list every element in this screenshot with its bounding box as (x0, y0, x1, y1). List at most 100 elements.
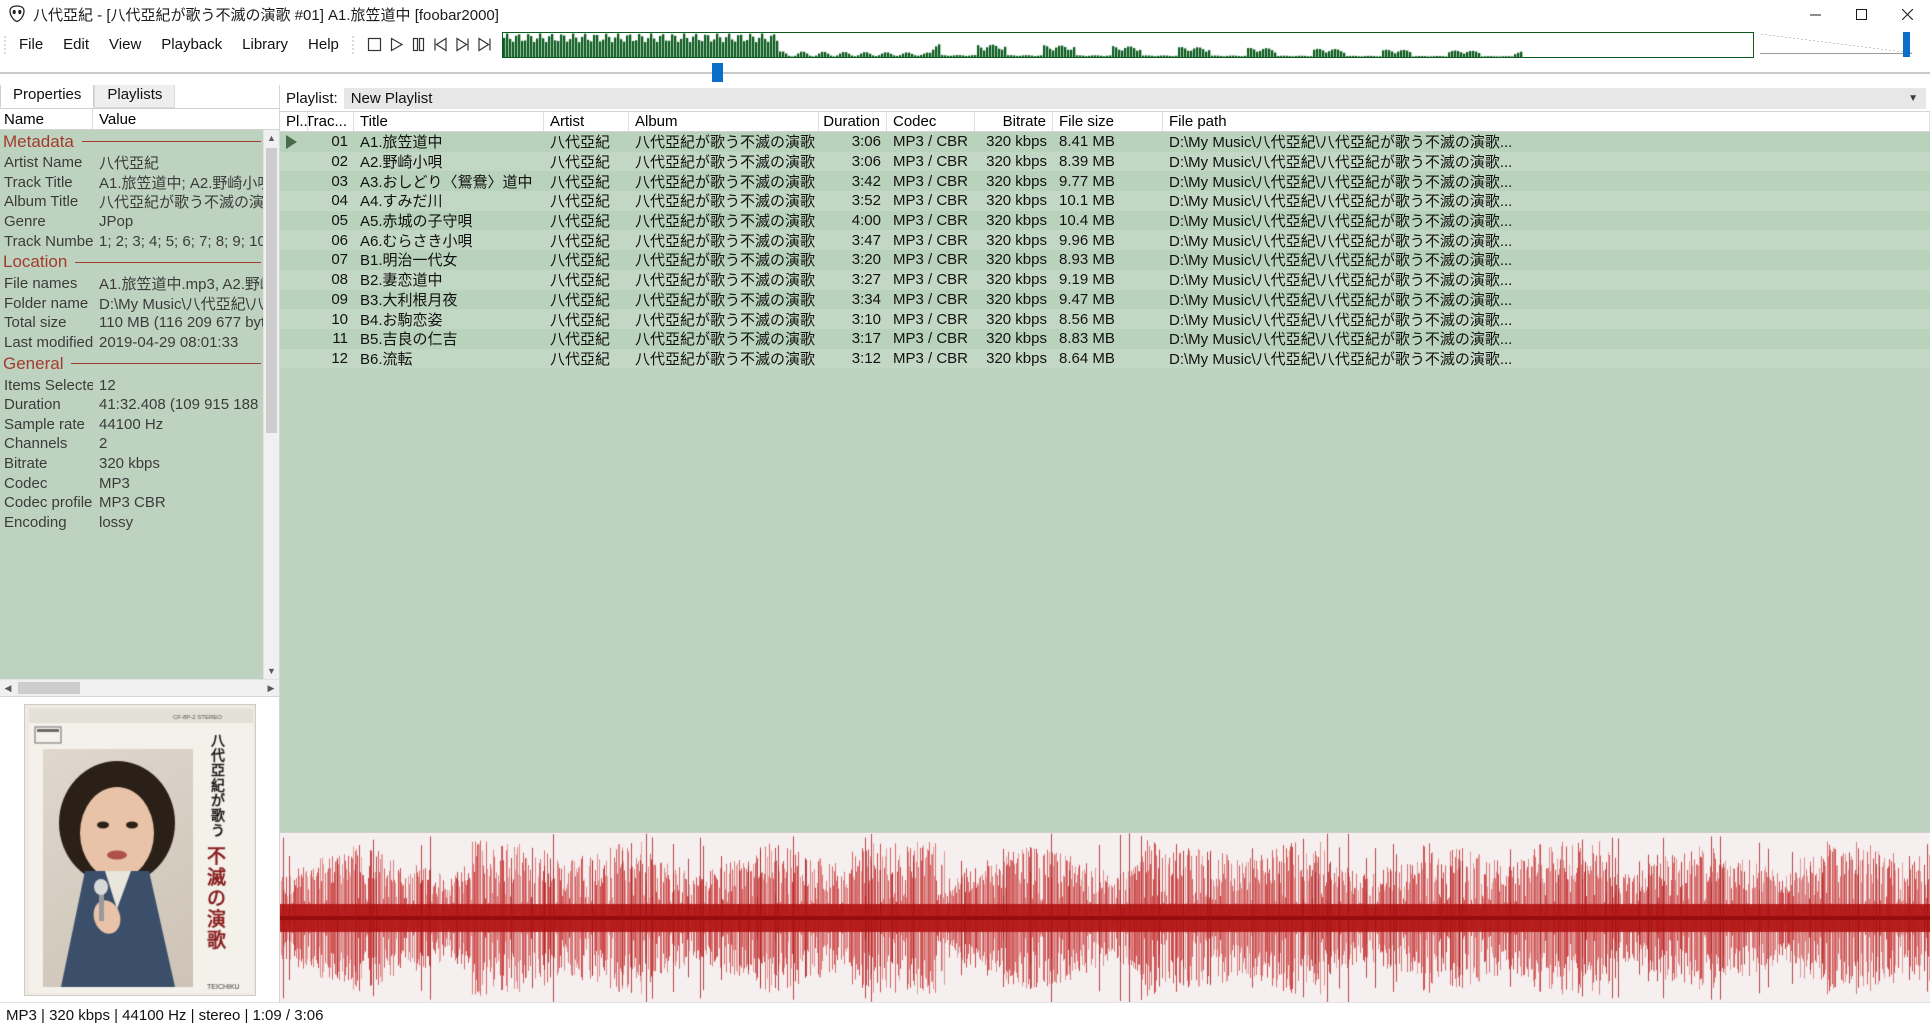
column-header-title[interactable]: Title (354, 112, 544, 131)
playlist-empty-space[interactable] (280, 368, 1930, 832)
menu-gripper[interactable] (0, 28, 9, 61)
properties-col-name[interactable]: Name (0, 109, 93, 129)
column-header-trac[interactable]: Trac... (308, 112, 354, 131)
album-cover-art[interactable] (23, 703, 256, 996)
volume-slider[interactable] (1760, 31, 1916, 58)
table-row[interactable]: 06 A6.むらさき小唄 八代亞紀 八代亞紀が歌う不滅の演歌 3:47 MP3 / CBR… (280, 230, 1930, 251)
property-row[interactable]: Encoding lossy (0, 513, 263, 533)
property-row[interactable]: Album Title 八代亞紀が歌う不滅の演歌 (0, 192, 263, 212)
next-icon[interactable] (452, 33, 473, 57)
properties-col-value[interactable]: Value (93, 109, 279, 129)
table-row[interactable]: 05 A5.赤城の子守唄 八代亞紀 八代亞紀が歌う不滅の演歌 4:00 MP3 / CBR… (280, 210, 1930, 231)
table-row[interactable]: 10 B4.お駒恋姿 八代亞紀 八代亞紀が歌う不滅の演歌 3:10 MP3 / CBR 32… (280, 309, 1930, 329)
spectrum-visualizer[interactable] (501, 31, 1754, 58)
table-row[interactable]: 12 B6.流転 八代亞紀 八代亞紀が歌う不滅の演歌 3:12 MP3 / CBR 320 … (280, 348, 1930, 369)
property-value[interactable]: 41:32.408 (109 915 188 samp (93, 396, 263, 413)
cell-duration: 3:47 (851, 231, 881, 249)
table-row[interactable]: 08 B2.妻恋道中 八代亞紀 八代亞紀が歌う不滅の演歌 3:27 MP3 / CBR 32… (280, 269, 1930, 290)
table-row[interactable]: 09 B3.大利根月夜 八代亞紀 八代亞紀が歌う不滅の演歌 3:34 MP3 / CBR 3… (280, 289, 1930, 310)
menu-edit[interactable]: Edit (53, 28, 99, 61)
column-header-artist[interactable]: Artist (544, 112, 629, 131)
table-row[interactable]: 04 A4.すみだ川 八代亞紀 八代亞紀が歌う不滅の演歌 3:52 MP3 / CBR 32… (280, 191, 1930, 211)
horizontal-scroll-thumb[interactable] (18, 682, 80, 694)
column-header-bitrate[interactable]: Bitrate (975, 112, 1053, 131)
property-value[interactable]: 2 (93, 435, 263, 452)
seek-thumb[interactable] (711, 63, 723, 82)
property-row[interactable]: Folder nameD:\My Music\八代亞紀\八代亞 (0, 294, 263, 314)
property-row[interactable]: Last modified 2019-04-29 08:01:33 (0, 333, 263, 353)
table-row[interactable]: 11 B5.吉良の仁吉 八代亞紀 八代亞紀が歌う不滅の演歌 3:17 MP3 / CBR 3… (280, 328, 1930, 349)
stop-icon[interactable] (364, 33, 385, 57)
vertical-scroll-thumb[interactable] (266, 148, 277, 433)
property-row[interactable]: Bitrate 320 kbps (0, 454, 263, 474)
property-row[interactable]: Codec profile MP3 CBR (0, 493, 263, 513)
table-row[interactable]: 07 B1.明治一代女 八代亞紀 八代亞紀が歌う不滅の演歌 3:20 MP3 / CBR 3… (280, 250, 1930, 270)
scroll-down-icon[interactable]: ▼ (264, 663, 279, 679)
scroll-up-icon[interactable]: ▲ (264, 130, 279, 146)
menu-library[interactable]: Library (232, 28, 298, 61)
properties-header: Name Value (0, 108, 279, 130)
property-row[interactable]: Channels 2 (0, 434, 263, 454)
play-icon[interactable] (386, 33, 407, 57)
property-row[interactable]: File names A1.旅笠道中.mp3, A2.野崎小唄 (0, 274, 263, 294)
seek-bar[interactable] (0, 61, 1930, 85)
tab-playlists[interactable]: Playlists (94, 83, 176, 108)
property-value[interactable]: 2019-04-29 08:01:33 (93, 334, 263, 351)
property-value[interactable]: A1.旅笠道中; A2.野崎小唄; A3.お (93, 172, 263, 193)
property-row[interactable]: Items Selected12 (0, 375, 263, 395)
property-value[interactable]: 44100 Hz (93, 416, 263, 433)
cell-artist: 八代亞紀 (550, 350, 611, 368)
property-value[interactable]: MP3 (93, 475, 263, 492)
random-icon[interactable] (474, 33, 495, 57)
scroll-right-icon[interactable]: ▶ (263, 680, 279, 696)
column-header-codec[interactable]: Codec (887, 112, 975, 131)
properties-horizontal-scrollbar[interactable]: ◀ ▶ (0, 679, 279, 696)
property-row[interactable]: Codec MP3 (0, 473, 263, 493)
section-title: Metadata (3, 131, 74, 151)
table-row[interactable]: 03 A3.おしどり〈鴛鴦〉道中 八代亞紀 八代亞紀が歌う不滅の演歌 3:42 MP3 /… (280, 171, 1930, 192)
property-row[interactable]: Track Number 1; 2; 3; 4; 5; 6; 7; 8; 9; 1… (0, 231, 263, 251)
column-header-file-path[interactable]: File path (1163, 112, 1930, 131)
spectrogram-visualizer[interactable] (280, 832, 1930, 1002)
previous-icon[interactable] (430, 33, 451, 57)
table-row[interactable]: 01 A1.旅笠道中 八代亞紀 八代亞紀が歌う不滅の演歌 3:06 MP3 / CBR 32… (280, 132, 1930, 152)
property-row[interactable]: Duration 41:32.408 (109 915 188 samp (0, 395, 263, 415)
cell-duration: 3:27 (851, 271, 881, 289)
property-value[interactable]: 12 (93, 377, 263, 394)
close-button[interactable] (1884, 0, 1930, 28)
property-row[interactable]: Artist Name 八代亞紀 (0, 153, 263, 173)
menu-view[interactable]: View (99, 28, 151, 61)
transport-gripper[interactable] (349, 28, 358, 61)
property-value[interactable]: A1.旅笠道中.mp3, A2.野崎小唄 (93, 273, 263, 294)
property-row[interactable]: Track Title A1.旅笠道中; A2.野崎小唄; A3.お (0, 173, 263, 193)
tab-properties[interactable]: Properties (0, 83, 95, 108)
column-header-album[interactable]: Album (629, 112, 819, 131)
column-header-file-size[interactable]: File size (1053, 112, 1163, 131)
scroll-left-icon[interactable]: ◀ (0, 680, 16, 696)
property-row[interactable]: Total size 110 MB (116 209 677 bytes) (0, 313, 263, 333)
property-value[interactable]: JPop (93, 213, 263, 230)
table-row[interactable]: 02 A2.野崎小唄 八代亞紀 八代亞紀が歌う不滅の演歌 3:06 MP3 / CBR 32… (280, 151, 1930, 172)
property-row[interactable]: Sample rate 44100 Hz (0, 415, 263, 435)
property-value[interactable]: lossy (93, 514, 263, 531)
property-value[interactable]: 320 kbps (93, 455, 263, 472)
property-value[interactable]: 八代亞紀 (93, 152, 263, 173)
property-value[interactable]: MP3 CBR (93, 494, 263, 511)
properties-vertical-scrollbar[interactable]: ▲ ▼ (263, 130, 279, 679)
property-value[interactable]: 110 MB (116 209 677 bytes) (93, 314, 263, 331)
property-value[interactable]: 1; 2; 3; 4; 5; 6; 7; 8; 9; 10; 11; 1 (93, 233, 263, 250)
pause-icon[interactable] (408, 33, 429, 57)
property-value[interactable]: D:\My Music\八代亞紀\八代亞 (93, 293, 263, 314)
column-header-pl[interactable]: Pl... (280, 112, 308, 131)
property-value[interactable]: 八代亞紀が歌う不滅の演歌 (93, 191, 263, 212)
menu-help[interactable]: Help (298, 28, 349, 61)
column-header-duration[interactable]: Duration (819, 112, 887, 131)
minimize-button[interactable] (1792, 0, 1838, 28)
property-row[interactable]: Genre JPop (0, 212, 263, 232)
menu-file[interactable]: File (9, 28, 53, 61)
menu-playback[interactable]: Playback (151, 28, 232, 61)
cell-filesize: 10.1 MB (1059, 192, 1115, 210)
volume-thumb[interactable] (1903, 31, 1910, 57)
playlist-dropdown[interactable]: New Playlist ▼ (343, 87, 1926, 109)
maximize-button[interactable] (1838, 0, 1884, 28)
